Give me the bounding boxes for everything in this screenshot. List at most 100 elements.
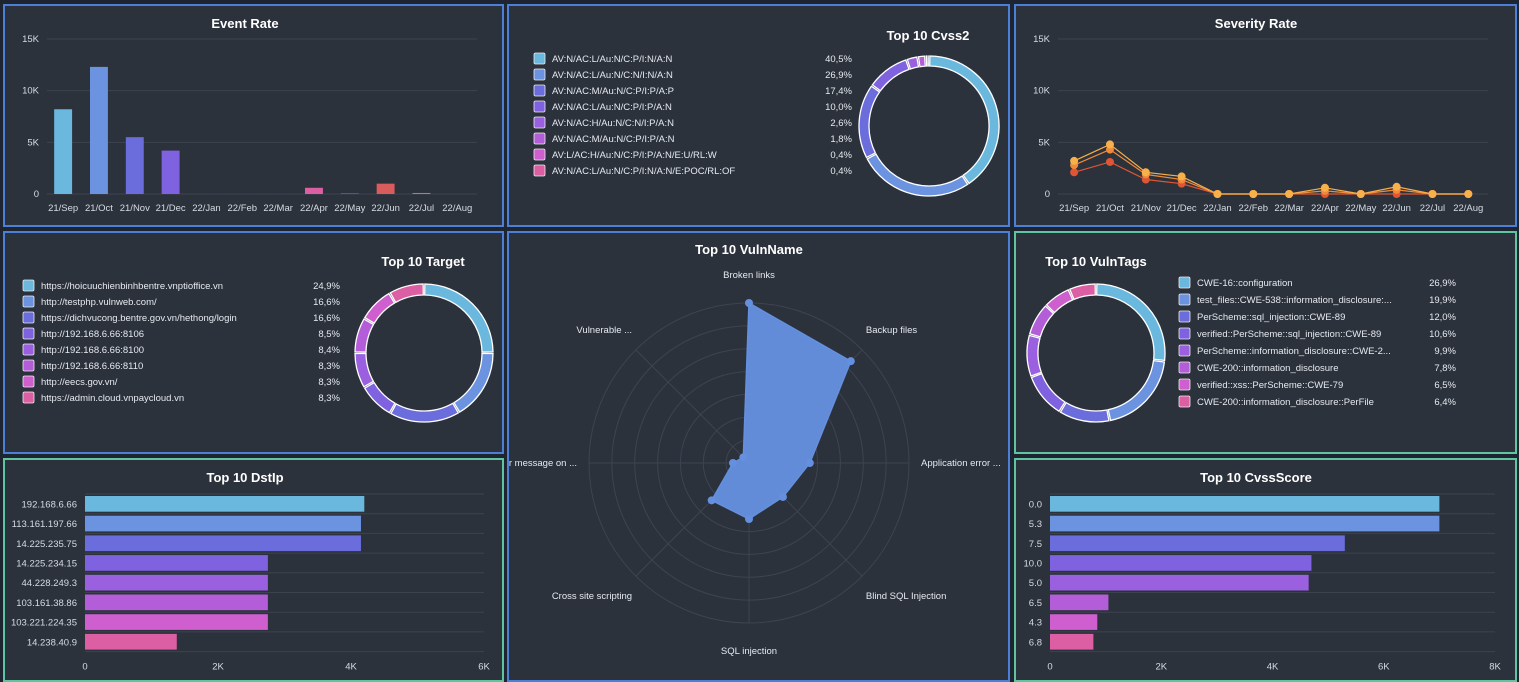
series-point	[1249, 190, 1258, 198]
bar	[90, 66, 108, 194]
cvssscore-chart: Top 10 CvssScore 0 2K 4K 6K 8K 0.0 5.3 7.5 10.0 5…	[1024, 470, 1502, 673]
x-tick-label: 6K	[478, 662, 490, 673]
bar	[305, 187, 323, 194]
donut-slice	[929, 55, 1000, 185]
series-point	[1285, 190, 1294, 198]
vulnname-panel: Top 10 VulnName Broken links Backup files…	[507, 231, 1010, 682]
y-category-label: 6.5	[1029, 598, 1042, 609]
cvss2-legend-swatch	[533, 148, 546, 161]
bar	[412, 192, 431, 194]
series-point	[1141, 168, 1150, 177]
vulntags-legend-swatch	[1178, 276, 1191, 289]
series-point	[1105, 157, 1114, 166]
x-tick-label: 22/Jul	[1420, 203, 1445, 214]
target-title: Top 10 Target	[381, 254, 465, 269]
y-tick-label: 10K	[1033, 86, 1051, 97]
series-point	[1177, 172, 1186, 181]
donut-slice	[1068, 283, 1096, 301]
target-legend-swatch	[22, 311, 35, 324]
bar	[85, 535, 361, 552]
x-tick-label: 4K	[345, 662, 357, 673]
vulntags-legend-label: CWE-200::information_disclosure::PerFile	[1197, 397, 1374, 408]
cvss2-legend-swatch	[533, 68, 546, 81]
series-point	[1356, 190, 1365, 198]
cvss2-legend-label: AV:L/AC:H/Au:N/C:P/I:P/A:N/E:U/RL:W	[552, 150, 717, 161]
bar	[54, 109, 73, 194]
donut-slice	[1028, 305, 1055, 338]
severity-rate-title: Severity Rate	[1215, 16, 1297, 31]
donut-slice	[1045, 288, 1074, 314]
cvss2-legend-value: 2,6%	[830, 118, 852, 129]
vulntags-legend-swatch	[1178, 310, 1191, 323]
series-point	[1320, 183, 1329, 192]
x-tick-label: 21/Oct	[1096, 203, 1124, 214]
radar-axis-label: SQL injection	[721, 646, 777, 657]
radar-point	[707, 496, 716, 505]
cvss2-legend-swatch	[533, 132, 546, 145]
bar	[1050, 555, 1312, 571]
y-tick-label: 10K	[22, 86, 40, 97]
vulntags-legend-swatch	[1178, 378, 1191, 391]
donut-slice	[1026, 334, 1043, 377]
donut-slice	[354, 318, 375, 353]
bar	[85, 633, 177, 650]
target-legend-swatch	[22, 359, 35, 372]
target-legend-label: https://hoicuuchienbinhbentre.vnptioffic…	[41, 281, 223, 292]
target-legend-value: 24,9%	[313, 281, 340, 292]
vulntags-legend-label: PerScheme::sql_injection::CWE-89	[1197, 312, 1345, 323]
target-legend-label: https://dichvucong.bentre.gov.vn/hethong…	[41, 313, 237, 324]
x-tick-label: 22/Aug	[1453, 203, 1483, 214]
vulntags-legend-swatch	[1178, 344, 1191, 357]
bar	[1050, 535, 1345, 552]
target-legend-value: 16,6%	[313, 297, 340, 308]
series-point	[1464, 190, 1473, 198]
cvss2-legend-swatch	[533, 52, 546, 65]
cvss2-legend-label: AV:N/AC:M/Au:N/C:P/I:P/A:N	[552, 134, 675, 145]
radar-point	[805, 459, 814, 467]
cvss2-legend-label: AV:N/AC:L/Au:N/C:P/I:P/A:N	[552, 102, 672, 113]
x-tick-label: 21/Sep	[48, 203, 78, 214]
vulntags-legend-label: test_files::CWE-538::information_disclos…	[1197, 295, 1392, 306]
donut-slice	[363, 381, 396, 414]
series-point	[1070, 156, 1079, 165]
bar	[1050, 515, 1440, 532]
y-category-label: 14.225.235.75	[16, 539, 77, 550]
vulnname-radar-chart: Top 10 VulnName Broken links Backup files…	[509, 242, 1001, 657]
x-tick-label: 22/Jan	[192, 203, 221, 214]
bar	[85, 574, 268, 591]
target-legend-value: 8,4%	[318, 345, 340, 356]
bar	[376, 183, 395, 194]
radar-axis-label: Cross site scripting	[552, 591, 632, 602]
bar	[1050, 574, 1309, 591]
cvss2-legend-value: 1,8%	[830, 134, 852, 145]
cvss2-legend-value: 10,0%	[825, 102, 852, 113]
target-legend-value: 8,3%	[318, 377, 340, 388]
x-tick-label: 22/Jul	[409, 203, 434, 214]
event-rate-panel: Event Rate 0 5K 10K 15K 21/Sep 21/Oct 21/Nov 21…	[3, 4, 504, 227]
vulntags-legend-value: 26,9%	[1429, 278, 1456, 289]
vulntags-legend-swatch	[1178, 293, 1191, 306]
target-panel: Top 10 Target https://hoicuuchienbinhben…	[3, 231, 504, 454]
bar	[85, 594, 268, 611]
x-tick-label: 2K	[212, 662, 224, 673]
cvss2-legend-swatch	[533, 84, 546, 97]
y-category-label: 4.3	[1029, 618, 1042, 629]
x-tick-label: 22/Jun	[371, 203, 400, 214]
cvss2-legend-value: 40,5%	[825, 54, 852, 65]
donut-slice	[424, 283, 494, 353]
x-tick-label: 8K	[1489, 662, 1501, 673]
cvss2-chart: Top 10 Cvss2 AV:N/AC:L/Au:N/C:P/I:N/A:N 4…	[533, 28, 1000, 197]
x-tick-label: 4K	[1267, 662, 1279, 673]
target-legend-swatch	[22, 375, 35, 388]
y-category-label: 103.221.224.35	[11, 618, 77, 629]
vulntags-legend-value: 10,6%	[1429, 329, 1456, 340]
cvssscore-title: Top 10 CvssScore	[1200, 470, 1312, 485]
vulntags-legend-swatch	[1178, 327, 1191, 340]
x-tick-label: 22/Feb	[228, 203, 258, 214]
radar-point	[745, 515, 753, 523]
bar	[1050, 633, 1094, 650]
donut-slice	[858, 85, 881, 159]
y-tick-label: 5K	[1038, 137, 1050, 148]
target-legend-swatch	[22, 295, 35, 308]
target-legend-swatch	[22, 343, 35, 356]
